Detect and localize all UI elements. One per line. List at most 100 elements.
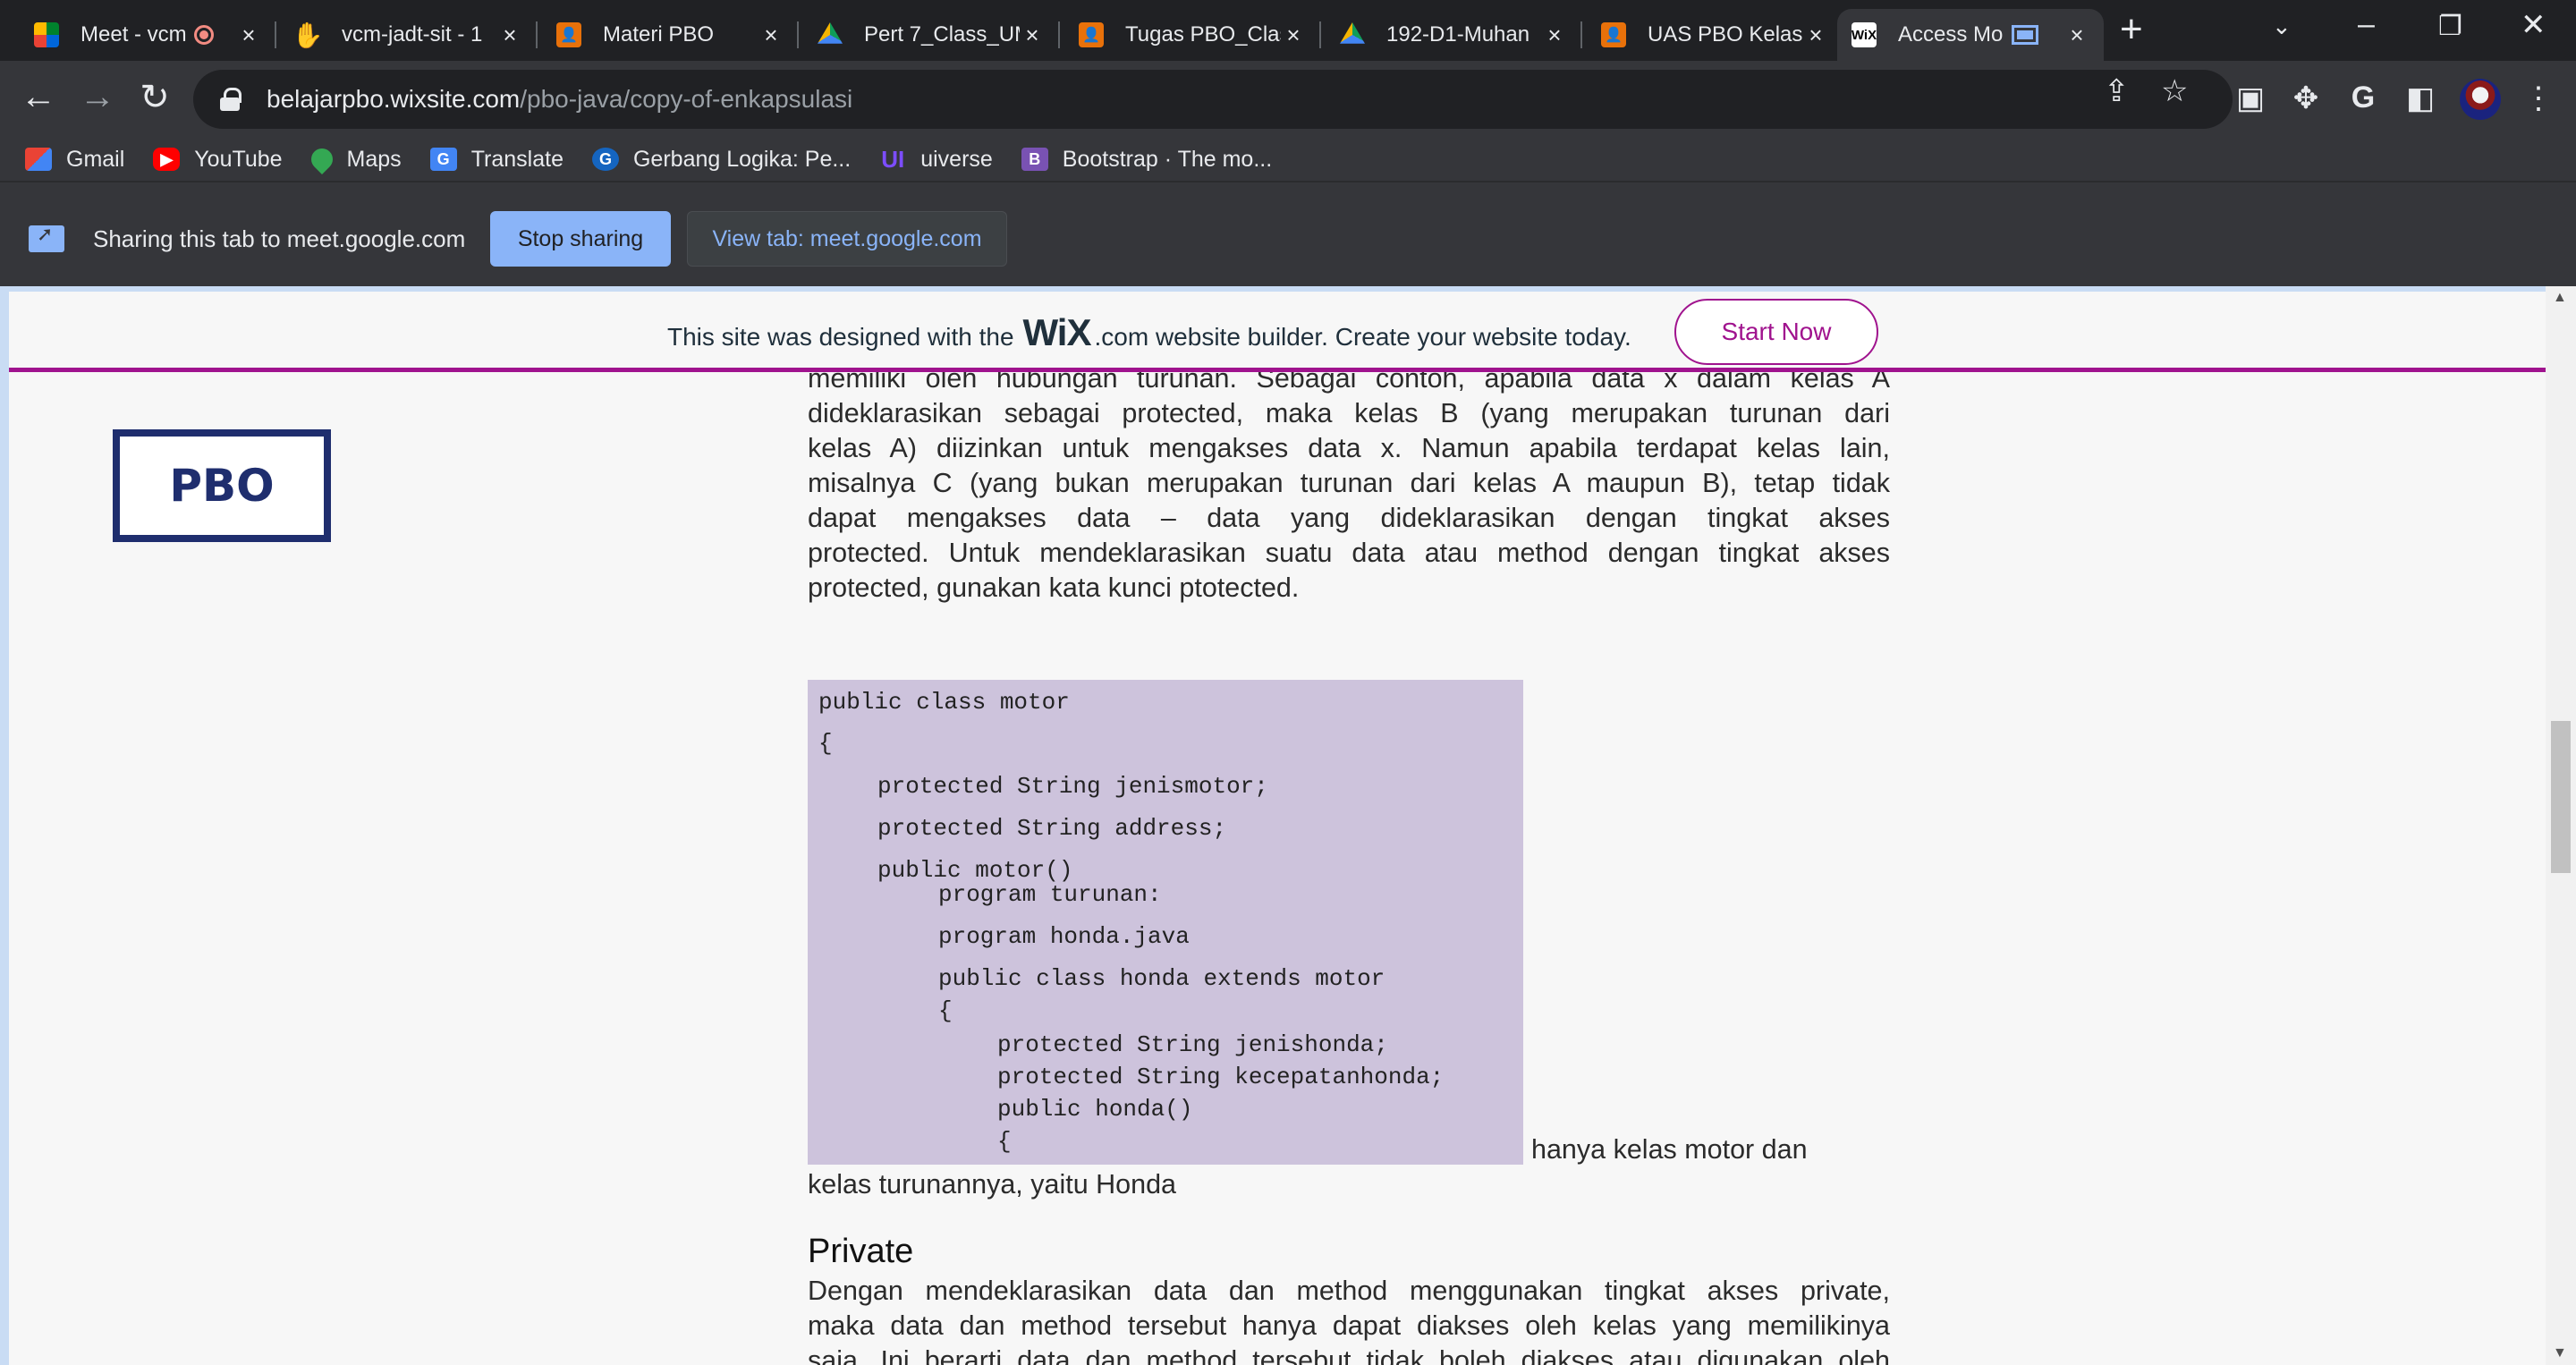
classroom-icon: 👤: [1601, 22, 1626, 47]
bookmark-maps[interactable]: Maps: [306, 144, 402, 174]
code-line: public honda(): [997, 1096, 1193, 1123]
tab-uas-pbo[interactable]: 👤 UAS PBO Kelas ×: [1587, 9, 1843, 61]
close-tab-icon[interactable]: ×: [2064, 21, 2089, 49]
bookmark-youtube[interactable]: ▶ YouTube: [153, 147, 283, 173]
bookmark-bootstrap[interactable]: B Bootstrap · The mo...: [1021, 147, 1272, 173]
tab-title: Materi PBO: [603, 22, 715, 47]
extensions-puzzle-icon[interactable]: ✥: [2286, 81, 2326, 116]
text-after-code: kelas turunannya, yaitu Honda: [808, 1169, 1177, 1200]
close-tab-icon[interactable]: ×: [1020, 21, 1045, 49]
text-line: maka data dan method tersebut hanya dapa…: [808, 1310, 1890, 1341]
view-tab-button[interactable]: View tab: meet.google.com: [687, 211, 1007, 267]
address-bar[interactable]: belajarpbo.wixsite.com/pbo-java/copy-of-…: [193, 70, 2233, 129]
bookmark-label: Bootstrap · The mo...: [1062, 146, 1273, 172]
scroll-up-arrow-icon[interactable]: ▲: [2553, 290, 2567, 306]
back-arrow-icon[interactable]: ←: [16, 77, 61, 117]
extension-icon[interactable]: ▣: [2231, 81, 2270, 116]
menu-kebab-icon[interactable]: ⋮: [2519, 81, 2558, 116]
wix-logo: WiX: [1022, 311, 1092, 353]
forward-arrow-icon[interactable]: →: [75, 77, 120, 117]
close-tab-icon[interactable]: ×: [1803, 21, 1828, 49]
youtube-icon: ▶: [153, 148, 181, 171]
tab-title: Access Mo: [1898, 22, 2004, 47]
bookmark-label: Maps: [346, 146, 402, 172]
browser-toolbar: ← → ↻ belajarpbo.wixsite.com/pbo-java/co…: [0, 61, 2576, 138]
url-host: belajarpbo.wixsite.com: [267, 85, 521, 113]
start-now-button[interactable]: Start Now: [1674, 299, 1878, 365]
tab-tugas-pbo[interactable]: 👤 Tugas PBO_Clas ×: [1064, 9, 1321, 61]
reload-icon[interactable]: ↻: [132, 77, 177, 118]
drive-icon: [1340, 22, 1365, 44]
bookmark-label: Gmail: [66, 146, 125, 172]
translate-icon: G: [429, 148, 457, 171]
tab-title: Tugas PBO_Clas: [1125, 22, 1281, 47]
private-paragraph: Dengan mendeklarasikan data dan method m…: [808, 1274, 1890, 1365]
protected-paragraph: memiliki oleh hubungan turunan. Sebagai …: [808, 361, 1890, 606]
wix-banner-message: This site was designed with the WiX .com…: [667, 311, 1631, 354]
tab-title: Meet - vcm: [80, 22, 187, 47]
close-tab-icon[interactable]: ×: [1281, 21, 1306, 49]
share-page-icon[interactable]: ⇪: [2104, 73, 2130, 109]
close-tab-icon[interactable]: ×: [1542, 21, 1567, 49]
bookmark-translate[interactable]: G Translate: [429, 147, 564, 173]
bookmarks-bar: Gmail ▶ YouTube Maps G Translate G Gerba…: [0, 138, 2576, 181]
tab-title: Pert 7_Class_UM: [864, 22, 1020, 47]
lock-icon[interactable]: [220, 88, 242, 111]
code-line: public class honda extends motor: [938, 965, 1385, 992]
hand-icon: ✋: [292, 21, 324, 49]
avatar[interactable]: [2460, 79, 2501, 120]
screen-share-icon: [2012, 25, 2039, 45]
page-viewport: PBO memiliki oleh hubungan turunan. Seba…: [0, 286, 2576, 1365]
code-line: program honda.java: [938, 923, 1190, 950]
code-line: public motor(): [877, 857, 1073, 884]
code-line: protected String kecepatanhonda;: [997, 1064, 1445, 1090]
grammarly-icon[interactable]: G: [2343, 81, 2383, 115]
tab-materi-pbo[interactable]: 👤 Materi PBO ×: [542, 9, 799, 61]
tab-192-d1[interactable]: 192-D1-Muhan ×: [1326, 9, 1582, 61]
classroom-icon: 👤: [1079, 22, 1104, 47]
bookmark-star-icon[interactable]: ☆: [2161, 73, 2188, 109]
drive-icon: [818, 22, 843, 44]
scroll-down-arrow-icon[interactable]: ▼: [2553, 1345, 2567, 1361]
close-tab-icon[interactable]: ×: [236, 21, 261, 49]
new-tab-button[interactable]: +: [2120, 7, 2143, 52]
wix-icon: WiX: [1852, 22, 1877, 47]
tab-vcm[interactable]: ✋ vcm-jadt-sit - 1 ×: [281, 9, 538, 61]
tab-meet[interactable]: Meet - vcm ×: [20, 9, 276, 61]
code-line: public class motor: [818, 689, 1070, 716]
close-tab-icon[interactable]: ×: [497, 21, 522, 49]
maps-icon: [306, 144, 337, 174]
close-window-icon[interactable]: ✕: [2521, 7, 2546, 43]
classroom-icon: 👤: [556, 22, 581, 47]
uiverse-icon: UI: [881, 145, 905, 173]
bookmark-uiverse[interactable]: UI uiverse: [879, 145, 993, 173]
code-line: protected String address;: [877, 815, 1227, 842]
scrollbar-thumb[interactable]: [2551, 721, 2571, 873]
tab-pert7[interactable]: Pert 7_Class_UM ×: [803, 9, 1060, 61]
code-line: {: [997, 1128, 1012, 1155]
page-scrollbar[interactable]: ▲ ▼: [2546, 286, 2576, 1365]
code-line: protected String jenismotor;: [877, 773, 1268, 800]
tab-sharing-infobar: Sharing this tab to meet.google.com Stop…: [0, 181, 2576, 286]
meet-icon: [34, 22, 59, 47]
site-logo[interactable]: PBO: [113, 429, 331, 542]
recording-icon: [193, 25, 214, 45]
gmail-icon: [25, 148, 52, 171]
stop-sharing-button[interactable]: Stop sharing: [490, 211, 671, 267]
wix-ad-banner: This site was designed with the WiX .com…: [9, 292, 2546, 372]
restore-icon[interactable]: ❐: [2438, 11, 2462, 42]
text-line: saja. Ini berarti data dan method terseb…: [808, 1345, 1890, 1365]
tab-title: UAS PBO Kelas: [1648, 22, 1803, 47]
bookmark-gmail[interactable]: Gmail: [25, 147, 124, 173]
close-tab-icon[interactable]: ×: [758, 21, 784, 49]
bookmark-gerbang-logika[interactable]: G Gerbang Logika: Pe...: [591, 147, 851, 173]
tab-strip: Meet - vcm × ✋ vcm-jadt-sit - 1 × 👤 Mate…: [0, 0, 2576, 61]
code-line: {: [938, 997, 953, 1024]
minimize-icon[interactable]: –: [2358, 7, 2375, 42]
tab-title: 192-D1-Muhan: [1386, 22, 1530, 47]
tab-search-chevron-icon[interactable]: ⌄: [2272, 13, 2292, 40]
code-snippet-image: public class motor { protected String je…: [808, 680, 1523, 1165]
side-panel-icon[interactable]: ◧: [2401, 81, 2440, 116]
tab-access-modifier[interactable]: WiX Access Mo ×: [1837, 9, 2104, 61]
bootstrap-icon: B: [1021, 148, 1048, 171]
